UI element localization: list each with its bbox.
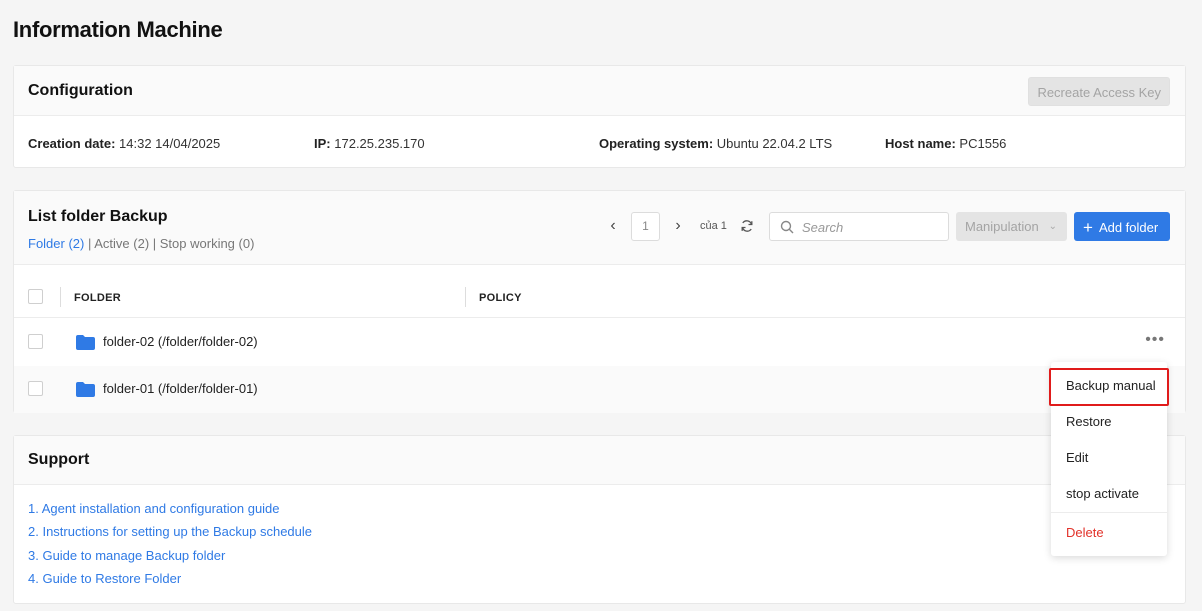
creation-date-label: Creation date:	[28, 136, 116, 151]
support-header: Support	[14, 436, 1185, 485]
row-checkbox[interactable]	[28, 381, 43, 396]
folder-list-card: List folder Backup Folder (2) | Active (…	[13, 190, 1186, 413]
support-card: Support 1. Agent installation and config…	[13, 435, 1186, 604]
support-link-manage-folder[interactable]: 3. Guide to manage Backup folder	[28, 548, 225, 563]
creation-date: Creation date: 14:32 14/04/2025	[28, 136, 220, 151]
support-link-backup-schedule[interactable]: 2. Instructions for setting up the Backu…	[28, 524, 312, 539]
configuration-header: Configuration Recreate Access Key	[14, 66, 1185, 116]
manipulation-dropdown[interactable]: Manipulation ⌄	[956, 212, 1067, 241]
search-input[interactable]	[802, 218, 942, 236]
table-row[interactable]: folder-02 (/folder/folder-02) •••	[14, 319, 1185, 366]
creation-date-value: 14:32 14/04/2025	[119, 136, 221, 151]
page-title: Information Machine	[13, 17, 223, 42]
select-all-checkbox[interactable]	[28, 289, 43, 304]
filter-active[interactable]: Active (2)	[94, 236, 149, 251]
filter-tabs: Folder (2) | Active (2) | Stop working (…	[28, 236, 254, 251]
manipulation-label: Manipulation	[965, 219, 1039, 234]
ip-value: 172.25.235.170	[334, 136, 425, 151]
page-number-input[interactable]: 1	[631, 212, 660, 241]
pager-prev-icon[interactable]: ‹	[606, 216, 620, 236]
add-folder-button[interactable]: + Add folder	[1074, 212, 1170, 241]
support-link-agent-installation[interactable]: 1. Agent installation and configuration …	[28, 501, 280, 516]
configuration-card: Configuration Recreate Access Key Creati…	[13, 65, 1186, 168]
menu-item-restore[interactable]: Restore	[1066, 414, 1112, 429]
pager-next-icon[interactable]: ›	[671, 216, 685, 236]
folder-name[interactable]: folder-01 (/folder/folder-01)	[103, 381, 258, 396]
host-label: Host name:	[885, 136, 956, 151]
folder-name[interactable]: folder-02 (/folder/folder-02)	[103, 334, 258, 349]
folder-icon	[76, 335, 95, 350]
more-icon[interactable]: •••	[1145, 331, 1165, 349]
search-icon	[780, 220, 794, 234]
filter-separator: |	[84, 236, 95, 251]
menu-item-stop-activate[interactable]: stop activate	[1066, 486, 1139, 501]
support-link-restore-folder[interactable]: 4. Guide to Restore Folder	[28, 571, 181, 586]
host-value: PC1556	[959, 136, 1007, 151]
column-divider[interactable]	[465, 287, 466, 307]
host-info: Host name: PC1556	[885, 136, 1006, 151]
menu-item-edit[interactable]: Edit	[1066, 450, 1088, 465]
column-policy: POLICY	[479, 292, 522, 304]
plus-icon: +	[1083, 218, 1093, 237]
highlight-box	[1049, 368, 1169, 406]
table-header: FOLDER POLICY	[14, 265, 1185, 318]
filter-stop-working[interactable]: Stop working (0)	[160, 236, 255, 251]
configuration-title: Configuration	[28, 82, 133, 99]
os-info: Operating system: Ubuntu 22.04.2 LTS	[599, 136, 832, 151]
row-checkbox[interactable]	[28, 334, 43, 349]
menu-item-delete[interactable]: Delete	[1066, 525, 1104, 540]
chevron-down-icon: ⌄	[1048, 221, 1057, 232]
filter-separator: |	[149, 236, 160, 251]
recreate-access-key-button[interactable]: Recreate Access Key	[1028, 77, 1170, 106]
column-folder: FOLDER	[74, 292, 122, 304]
menu-divider	[1051, 512, 1167, 513]
support-title: Support	[28, 451, 90, 468]
folder-list-title: List folder Backup	[28, 208, 168, 225]
column-divider[interactable]	[60, 287, 61, 307]
refresh-icon[interactable]	[740, 219, 754, 233]
os-value: Ubuntu 22.04.2 LTS	[716, 136, 833, 151]
folder-list-header: List folder Backup Folder (2) | Active (…	[14, 191, 1185, 265]
ip-info: IP: 172.25.235.170	[314, 136, 425, 151]
add-folder-label: Add folder	[1098, 220, 1159, 235]
ip-label: IP:	[314, 136, 331, 151]
filter-folder[interactable]: Folder (2)	[28, 236, 84, 251]
page-total: của 1	[700, 220, 727, 232]
search-field[interactable]	[769, 212, 949, 241]
folder-icon	[76, 382, 95, 397]
table-row[interactable]: folder-01 (/folder/folder-01)	[14, 366, 1185, 413]
os-label: Operating system:	[599, 136, 714, 151]
